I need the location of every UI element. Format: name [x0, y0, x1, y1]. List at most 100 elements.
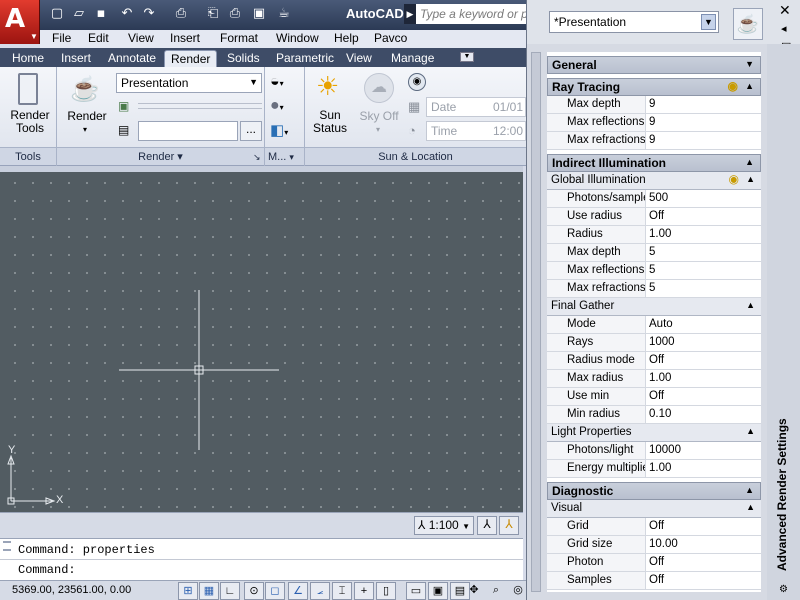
menu-view[interactable]: View	[128, 31, 154, 45]
annotation-visibility-icon[interactable]: ⅄	[477, 516, 497, 535]
snap-mode-icon[interactable]: ⊞	[178, 582, 198, 600]
property-row[interactable]: Max reflections 5	[547, 262, 761, 280]
property-value[interactable]: Off	[646, 388, 761, 405]
property-value[interactable]: Off	[646, 208, 761, 225]
publish-icon[interactable]: ⎗	[204, 5, 222, 23]
command-grip-icon[interactable]	[3, 541, 11, 551]
materials-on-button[interactable]: ●▾	[270, 97, 300, 117]
collapse-icon[interactable]: ▲	[746, 426, 755, 436]
expand-icon[interactable]: ▼	[745, 59, 754, 69]
section-header-ray-tracing[interactable]: Ray Tracing ◉ ▲	[547, 78, 761, 96]
date-field[interactable]: Date 01/01	[426, 97, 526, 117]
property-value[interactable]: 10.00	[646, 536, 761, 553]
open-icon[interactable]: ▱	[70, 5, 88, 23]
drawing-viewport[interactable]: Y X	[0, 172, 523, 512]
section-header-diagnostic[interactable]: Diagnostic ▲	[547, 482, 761, 500]
render-tools-button[interactable]: Render Tools	[8, 71, 52, 141]
application-menu-button[interactable]: A ▼	[0, 0, 40, 44]
tab-view[interactable]: View	[340, 50, 378, 67]
dynamic-ucs-icon[interactable]: ⦟	[310, 582, 330, 600]
dynamic-input-icon[interactable]: ⌶	[332, 582, 352, 600]
sun-location-panel-title[interactable]: Sun & Location	[305, 147, 526, 165]
properties-icon[interactable]: ▣	[250, 5, 268, 23]
object-snap-icon[interactable]: ◻	[265, 582, 285, 600]
browse-button[interactable]: ...	[240, 121, 262, 141]
materials-panel-title[interactable]: M... ▾	[265, 147, 304, 165]
tab-solids[interactable]: Solids	[221, 50, 266, 67]
pan-icon[interactable]: ✥	[464, 582, 484, 600]
palette-settings-icon[interactable]: ⚙	[779, 584, 788, 595]
menu-edit[interactable]: Edit	[88, 31, 109, 45]
property-value[interactable]: 1.00	[646, 460, 761, 477]
property-row[interactable]: Samples Off	[547, 572, 761, 590]
property-row[interactable]: Grid Off	[547, 518, 761, 536]
materials-browser-button[interactable]: ◒▾	[270, 73, 300, 93]
menu-format[interactable]: Format	[220, 31, 258, 45]
tab-home[interactable]: Home	[6, 50, 50, 67]
lightbulb-icon[interactable]: ◉	[728, 79, 738, 93]
property-value[interactable]: 500	[646, 190, 761, 207]
collapse-icon[interactable]: ▲	[746, 300, 755, 310]
subsection-header-global-illumination[interactable]: Global Illumination ◉ ▲	[547, 172, 761, 190]
palette-autohide-icon[interactable]: ◂	[781, 22, 787, 35]
menu-insert[interactable]: Insert	[170, 31, 200, 45]
property-value[interactable]: Off	[646, 554, 761, 571]
property-value[interactable]: Auto	[646, 316, 761, 333]
tab-parametric[interactable]: Parametric	[270, 50, 340, 67]
property-row[interactable]: Use min Off	[547, 388, 761, 406]
section-header-indirect-illumination[interactable]: Indirect Illumination ▲	[547, 154, 761, 172]
auto-scale-icon[interactable]: ⅄	[499, 516, 519, 535]
new-icon[interactable]: ▢	[48, 5, 66, 23]
minimize-ribbon-button[interactable]: ▼	[460, 52, 474, 62]
print-preview-icon[interactable]: ⎙	[226, 5, 244, 23]
property-row[interactable]: Mode Auto	[547, 316, 761, 334]
plot-icon[interactable]: ⎙	[172, 5, 190, 23]
render-quality-slider[interactable]	[138, 103, 262, 109]
render-button[interactable]: ☕ Render ▾	[64, 71, 110, 141]
property-value[interactable]: 5	[646, 244, 761, 261]
property-value[interactable]: 1000	[646, 334, 761, 351]
property-value[interactable]: 1.00	[646, 226, 761, 243]
close-icon[interactable]: ✕	[779, 3, 791, 19]
steering-wheel-icon[interactable]: ◎	[508, 582, 528, 600]
property-row[interactable]: Photon Off	[547, 554, 761, 572]
polar-tracking-icon[interactable]: ⊙	[244, 582, 264, 600]
model-space-icon[interactable]: ▭	[406, 582, 426, 600]
lightbulb-icon[interactable]: ◉	[729, 172, 739, 186]
sun-status-button[interactable]: ☀ Sun Status	[308, 71, 352, 141]
search-input[interactable]: Type a keyword or p	[416, 4, 526, 24]
section-header-general[interactable]: General ▼	[547, 56, 761, 74]
property-row[interactable]: Radius mode Off	[547, 352, 761, 370]
quick-properties-icon[interactable]: ▯	[376, 582, 396, 600]
property-row[interactable]: Max depth 9	[547, 96, 761, 114]
location-icon[interactable]: ◉	[408, 73, 426, 91]
property-value[interactable]: 5	[646, 262, 761, 279]
property-row[interactable]: Rays 1000	[547, 334, 761, 352]
property-row[interactable]: Max reflections 9	[547, 114, 761, 132]
palette-scrollbar[interactable]	[531, 52, 541, 592]
property-row[interactable]: Max depth 5	[547, 244, 761, 262]
property-row[interactable]: Grid size 10.00	[547, 536, 761, 554]
collapse-icon[interactable]: ▲	[746, 174, 755, 184]
property-value[interactable]: 1.00	[646, 370, 761, 387]
render-settings-teapot-icon[interactable]: ☕	[733, 8, 763, 40]
tab-render[interactable]: Render	[164, 50, 218, 67]
command-prompt[interactable]: Command:	[18, 563, 76, 577]
subsection-header-final-gather[interactable]: Final Gather ▲	[547, 298, 761, 316]
property-row[interactable]: Photons/light 10000	[547, 442, 761, 460]
collapse-icon[interactable]: ▲	[745, 81, 754, 91]
subsection-header-light-properties[interactable]: Light Properties ▲	[547, 424, 761, 442]
property-row[interactable]: Max radius 1.00	[547, 370, 761, 388]
property-row[interactable]: Energy multiplier 1.00	[547, 460, 761, 478]
property-row[interactable]: Max refractions 5	[547, 280, 761, 298]
property-row[interactable]: Radius 1.00	[547, 226, 761, 244]
menu-window[interactable]: Window	[276, 31, 319, 45]
property-value[interactable]: Off	[646, 352, 761, 369]
property-value[interactable]: 0.10	[646, 406, 761, 423]
annotation-scale-button[interactable]: ⅄ 1:100 ▼	[414, 516, 474, 535]
tab-insert[interactable]: Insert	[55, 50, 97, 67]
layout-icon[interactable]: ▣	[428, 582, 448, 600]
render-panel-title[interactable]: Render ▾ ↘	[57, 147, 264, 165]
collapse-icon[interactable]: ▲	[745, 157, 754, 167]
zoom-icon[interactable]: ⌕	[486, 582, 506, 600]
